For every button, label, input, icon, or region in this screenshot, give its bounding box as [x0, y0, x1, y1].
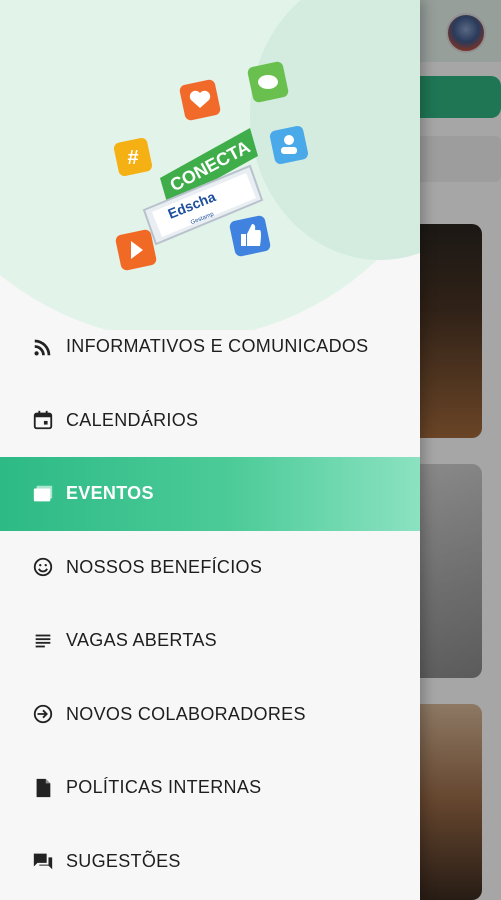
- menu-item-vagas[interactable]: VAGAS ABERTAS: [0, 604, 420, 678]
- svg-text:#: #: [127, 147, 138, 169]
- menu-item-label: SUGESTÕES: [66, 850, 181, 871]
- menu-item-label: CALENDÁRIOS: [66, 409, 199, 430]
- smiley-icon: [32, 556, 54, 578]
- conecta-logo: # CONECTA Edscha Gestamp: [113, 61, 309, 271]
- calendar-icon: [32, 409, 54, 431]
- rss-icon: [32, 336, 54, 358]
- list-icon: [32, 630, 54, 652]
- menu-item-label: INFORMATIVOS E COMUNICADOS: [66, 336, 369, 357]
- play-bubble-icon: [115, 229, 157, 271]
- chat-bubble-icon: [247, 61, 289, 103]
- drawer-header: # CONECTA Edscha Gestamp: [0, 0, 420, 330]
- menu-item-label: NOSSOS BENEFÍCIOS: [66, 556, 263, 577]
- menu-item-label: NOVOS COLABORADORES: [66, 703, 306, 724]
- thumbs-up-bubble-icon: [229, 215, 271, 257]
- drawer-menu: INFORMATIVOS E COMUNICADOS CALENDÁRIOS E…: [0, 310, 420, 898]
- menu-item-label: POLÍTICAS INTERNAS: [66, 777, 262, 798]
- login-icon: [32, 703, 54, 725]
- menu-item-eventos[interactable]: EVENTOS: [0, 457, 420, 531]
- menu-item-calendarios[interactable]: CALENDÁRIOS: [0, 384, 420, 458]
- menu-item-sugestoes[interactable]: SUGESTÕES: [0, 825, 420, 899]
- menu-item-informativos[interactable]: INFORMATIVOS E COMUNICADOS: [0, 310, 420, 384]
- menu-item-label: VAGAS ABERTAS: [66, 630, 217, 651]
- menu-item-politicas[interactable]: POLÍTICAS INTERNAS: [0, 751, 420, 825]
- document-icon: [32, 777, 54, 799]
- menu-item-beneficios[interactable]: NOSSOS BENEFÍCIOS: [0, 531, 420, 605]
- photos-icon: [32, 483, 54, 505]
- chat-icon: [32, 850, 54, 872]
- menu-item-label: EVENTOS: [66, 483, 154, 504]
- navigation-drawer: # CONECTA Edscha Gestamp INFORMATIVOS E …: [0, 0, 420, 900]
- heart-bubble-icon: [179, 79, 221, 121]
- menu-item-colaboradores[interactable]: NOVOS COLABORADORES: [0, 678, 420, 752]
- hashtag-bubble-icon: #: [113, 137, 153, 177]
- user-bubble-icon: [269, 125, 309, 165]
